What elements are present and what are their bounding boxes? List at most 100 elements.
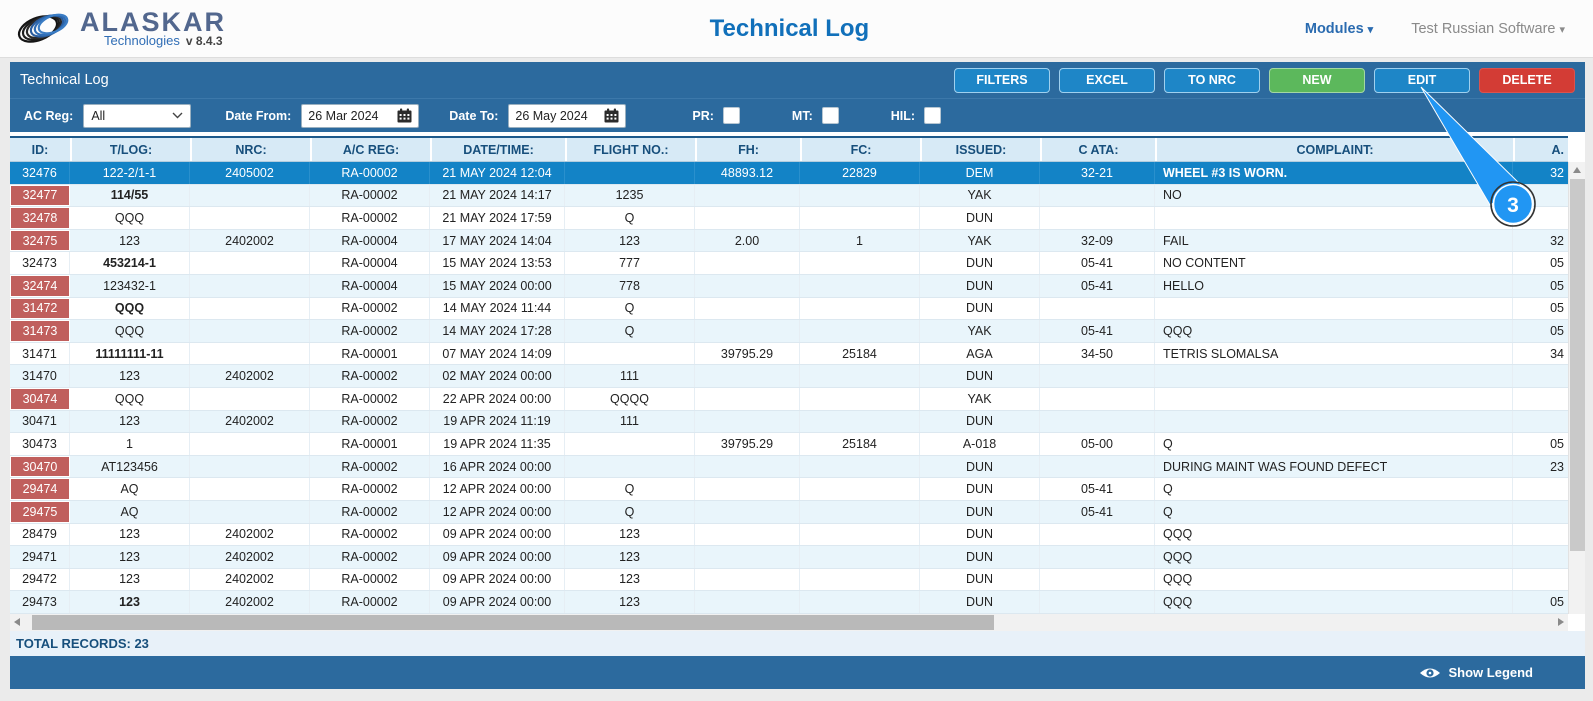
new-button[interactable]: NEW — [1269, 67, 1365, 93]
column-header-issued[interactable]: ISSUED: — [920, 138, 1040, 161]
column-header-date-time[interactable]: DATE/TIME: — [430, 138, 565, 161]
column-header-a-c-reg[interactable]: A/C REG: — [310, 138, 430, 161]
calendar-icon[interactable] — [397, 108, 412, 123]
cell-tlog: 123 — [70, 568, 190, 591]
cell-id: 29472 — [10, 568, 70, 591]
cell-issued: AGA — [920, 342, 1040, 365]
column-header-fh[interactable]: FH: — [695, 138, 800, 161]
column-header-complaint[interactable]: COMPLAINT: — [1155, 138, 1513, 161]
cell-tlog: 123 — [70, 523, 190, 546]
table-row[interactable]: 32473 453214-1 RA-00004 15 MAY 2024 13:53 77… — [10, 252, 1568, 275]
cell-issued: DUN — [920, 546, 1040, 568]
cell-datetime: 21 MAY 2024 14:17 — [430, 184, 565, 207]
table-row[interactable]: 29474 AQ RA-00002 12 APR 2024 00:00 Q DUN 05-4… — [10, 478, 1568, 501]
cell-datetime: 19 APR 2024 11:35 — [430, 433, 565, 455]
cell-fc — [800, 591, 920, 613]
edit-button[interactable]: EDIT — [1374, 67, 1470, 93]
show-legend-button[interactable]: Show Legend — [1419, 665, 1533, 680]
table-row[interactable]: 32477 114/55 RA-00002 21 MAY 2024 14:17 1235… — [10, 184, 1568, 208]
table-row[interactable]: 31472 QQQ RA-00002 14 MAY 2024 11:44 Q DUN 05 — [10, 297, 1568, 321]
cell-nrc: 2402002 — [190, 229, 310, 252]
column-header-t-log[interactable]: T/LOG: — [70, 138, 190, 161]
cell-a: 05 — [1550, 595, 1564, 610]
cell-nrc — [190, 274, 310, 297]
calendar-icon[interactable] — [604, 108, 619, 123]
cell-a — [1513, 546, 1568, 568]
delete-button[interactable]: DELETE — [1479, 67, 1575, 93]
table-row[interactable]: 32475 123 2402002 RA-00004 17 MAY 2024 14:04… — [10, 229, 1568, 253]
column-header-fc[interactable]: FC: — [800, 138, 920, 161]
cell-nrc — [190, 387, 310, 410]
user-menu[interactable]: Test Russian Software ▾ — [1411, 21, 1565, 37]
cell-tlog: 453214-1 — [70, 252, 190, 274]
cell-datetime: 15 MAY 2024 13:53 — [430, 252, 565, 274]
table-row[interactable]: 30471 123 2402002 RA-00002 19 APR 2024 11:19… — [10, 410, 1568, 434]
table-row[interactable]: 31471 11111111-11 RA-00001 07 MAY 2024 14:0… — [10, 342, 1568, 366]
page-title: Technical Log — [709, 14, 870, 42]
horizontal-scroll-thumb[interactable] — [32, 615, 994, 630]
cell-fh: 39795.29 — [695, 433, 800, 455]
cell-complaint — [1155, 387, 1513, 410]
cell-c-ata — [1040, 546, 1155, 568]
cell-nrc — [190, 478, 310, 500]
cell-issued: DUN — [920, 500, 1040, 523]
table-row[interactable]: 28479 123 2402002 RA-00002 09 APR 2024 00:00… — [10, 523, 1568, 547]
table-row[interactable]: 32474 123432-1 RA-00004 15 MAY 2024 00:00 77… — [10, 274, 1568, 298]
cell-a: 05 — [1550, 256, 1564, 271]
cell-a — [1513, 365, 1568, 387]
cell-nrc — [190, 433, 310, 455]
table-row[interactable]: 31473 QQQ RA-00002 14 MAY 2024 17:28 Q YAK 05-… — [10, 320, 1568, 343]
cell-fc — [800, 455, 920, 478]
pr-checkbox[interactable] — [722, 107, 740, 124]
scroll-right-arrow-icon[interactable] — [1558, 618, 1564, 626]
table-row[interactable]: 29473 123 2402002 RA-00002 09 APR 2024 00:00… — [10, 591, 1568, 614]
table-row[interactable]: 30474 QQQ RA-00002 22 APR 2024 00:00 QQQQ YAK — [10, 387, 1568, 411]
cell-fc — [800, 365, 920, 387]
table-row[interactable]: 32476 122-2/1-1 2405002 RA-00002 21 MAY 2024… — [10, 162, 1568, 185]
table-row[interactable]: 30473 1 RA-00001 19 APR 2024 11:35 39795.29 2… — [10, 433, 1568, 456]
table-row[interactable]: 31470 123 2402002 RA-00002 02 MAY 2024 00:00… — [10, 365, 1568, 388]
cell-fc — [800, 387, 920, 410]
vertical-scroll-thumb[interactable] — [1570, 179, 1585, 551]
table-row[interactable]: 29471 123 2402002 RA-00002 09 APR 2024 00:00… — [10, 546, 1568, 569]
cell-tlog: 123 — [70, 591, 190, 613]
cell-complaint: DURING MAINT WAS FOUND DEFECT — [1155, 455, 1513, 478]
column-header-a[interactable]: A. — [1513, 138, 1568, 161]
ac-reg-selected-value: All — [91, 108, 106, 123]
filters-button[interactable]: FILTERS — [954, 67, 1050, 93]
table-row[interactable]: 29475 AQ RA-00002 12 APR 2024 00:00 Q DUN 05-4… — [10, 500, 1568, 524]
cell-c-ata: 05-41 — [1040, 252, 1155, 274]
cell-datetime: 21 MAY 2024 12:04 — [430, 162, 565, 184]
vertical-scrollbar[interactable] — [1568, 162, 1585, 614]
date-to-input[interactable]: 26 May 2024 — [508, 103, 627, 128]
cell-complaint — [1155, 365, 1513, 387]
cell-datetime: 19 APR 2024 11:19 — [430, 410, 565, 433]
scroll-left-arrow-icon[interactable] — [14, 618, 20, 626]
scroll-up-arrow-icon[interactable] — [1573, 167, 1581, 173]
cell-nrc — [190, 455, 310, 478]
cell-a — [1513, 388, 1568, 410]
date-from-input[interactable]: 26 Mar 2024 — [301, 103, 420, 128]
cell-flight-no: 123 — [565, 229, 695, 252]
excel-button[interactable]: EXCEL — [1059, 67, 1155, 93]
brand-subtitle: Technologies v 8.4.3 — [104, 33, 226, 48]
cell-nrc — [190, 207, 310, 229]
to-nrc-button[interactable]: TO NRC — [1164, 67, 1260, 93]
table-row[interactable]: 30470 AT123456 RA-00002 16 APR 2024 00:00 DU… — [10, 455, 1568, 479]
modules-menu[interactable]: Modules ▾ — [1305, 21, 1373, 37]
cell-datetime: 22 APR 2024 00:00 — [430, 387, 565, 410]
ac-reg-select[interactable]: All — [83, 103, 192, 128]
mt-checkbox[interactable] — [821, 107, 839, 124]
footer-bar: Show Legend — [10, 656, 1585, 689]
cell-id: 30470 — [10, 455, 70, 478]
horizontal-scrollbar[interactable] — [10, 614, 1568, 631]
table-row[interactable]: 32478 QQQ RA-00002 21 MAY 2024 17:59 Q DUN — [10, 207, 1568, 230]
table-row[interactable]: 29472 123 2402002 RA-00002 09 APR 2024 00:00… — [10, 568, 1568, 592]
cell-ac-reg: RA-00002 — [310, 410, 430, 433]
hil-checkbox[interactable] — [924, 107, 942, 124]
column-header-nrc[interactable]: NRC: — [190, 138, 310, 161]
column-header-flight-no[interactable]: FLIGHT NO.: — [565, 138, 695, 161]
column-header-c-ata[interactable]: C ATA: — [1040, 138, 1155, 161]
column-header-id[interactable]: ID: — [10, 138, 70, 161]
hil-label: HIL: — [890, 108, 916, 123]
